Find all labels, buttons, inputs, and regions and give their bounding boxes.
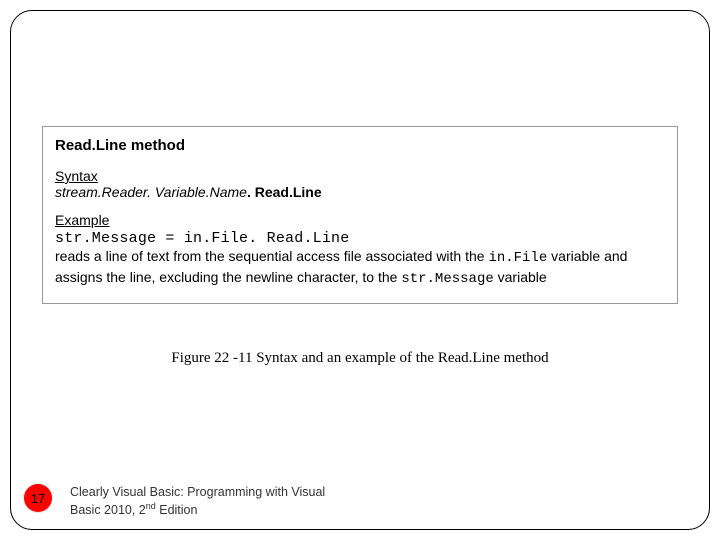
footer-line2a: Basic 2010, 2 [70,503,146,517]
footer-line1: Clearly Visual Basic: Programming with V… [70,485,325,499]
example-heading: Example [55,212,665,228]
panel-title: Read.Line method [55,137,665,154]
syntax-heading: Syntax [55,168,665,184]
syntax-method-part: . Read.Line [247,184,322,200]
example-code: str.Message = in.File. Read.Line [55,230,665,247]
method-panel: Read.Line method Syntax stream.Reader. V… [42,126,678,304]
example-desc-var-infile: in.File [488,250,547,266]
example-description: reads a line of text from the sequential… [55,247,665,289]
syntax-line: stream.Reader. Variable.Name. Read.Line [55,184,665,200]
example-desc-var-strmessage: str.Message [401,271,493,287]
footer-citation: Clearly Visual Basic: Programming with V… [70,484,370,518]
page-number-badge: 17 [24,484,52,512]
figure-caption: Figure 22 -11 Syntax and an example of t… [0,350,720,367]
footer-line2b: Edition [156,503,198,517]
example-desc-text-3: variable [494,269,547,285]
example-desc-text-1: reads a line of text from the sequential… [55,248,488,264]
syntax-variable-part: stream.Reader. Variable.Name [55,184,247,200]
footer-superscript: nd [146,501,156,511]
